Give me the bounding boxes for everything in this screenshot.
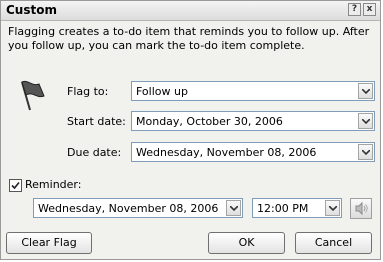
reminder-time-select[interactable]: 12:00 PM: [252, 198, 342, 218]
speaker-icon: [355, 201, 368, 216]
reminder-label: Reminder:: [25, 178, 82, 191]
reminder-date-value: Wednesday, November 08, 2006: [38, 202, 219, 215]
dropdown-arrow-icon[interactable]: [358, 83, 373, 99]
flag-to-select[interactable]: Follow up: [131, 81, 375, 101]
close-icon: x: [366, 4, 373, 14]
custom-dialog: Custom ? x Flagging creates a to-do item…: [0, 0, 381, 260]
start-date-label: Start date:: [67, 115, 126, 128]
dialog-title: Custom: [6, 3, 57, 17]
dropdown-arrow-icon[interactable]: [358, 144, 373, 160]
cancel-button[interactable]: Cancel: [295, 232, 372, 254]
title-bar: Custom ? x: [1, 1, 380, 21]
reminder-date-select[interactable]: Wednesday, November 08, 2006: [33, 198, 243, 218]
reminder-checkbox[interactable]: [9, 179, 22, 192]
flag-to-label: Flag to:: [67, 85, 109, 98]
dropdown-arrow-icon[interactable]: [325, 200, 340, 216]
close-button[interactable]: x: [363, 3, 376, 16]
info-text: Flagging creates a to-do item that remin…: [8, 25, 370, 52]
due-date-value: Wednesday, November 08, 2006: [136, 146, 317, 159]
reminder-sound-button[interactable]: [350, 198, 372, 219]
due-date-select[interactable]: Wednesday, November 08, 2006: [131, 142, 375, 162]
help-button[interactable]: ?: [348, 3, 361, 16]
dropdown-arrow-icon[interactable]: [226, 200, 241, 216]
ok-button[interactable]: OK: [208, 232, 285, 254]
start-date-select[interactable]: Monday, October 30, 2006: [131, 111, 375, 131]
due-date-label: Due date:: [67, 146, 122, 159]
help-icon: ?: [351, 4, 358, 14]
dropdown-arrow-icon[interactable]: [358, 113, 373, 129]
flag-icon: [17, 78, 47, 112]
start-date-value: Monday, October 30, 2006: [136, 115, 283, 128]
flag-to-value: Follow up: [136, 85, 188, 98]
reminder-time-value: 12:00 PM: [257, 202, 309, 215]
checkmark-icon: [11, 181, 20, 190]
clear-flag-button[interactable]: Clear Flag: [6, 232, 92, 254]
